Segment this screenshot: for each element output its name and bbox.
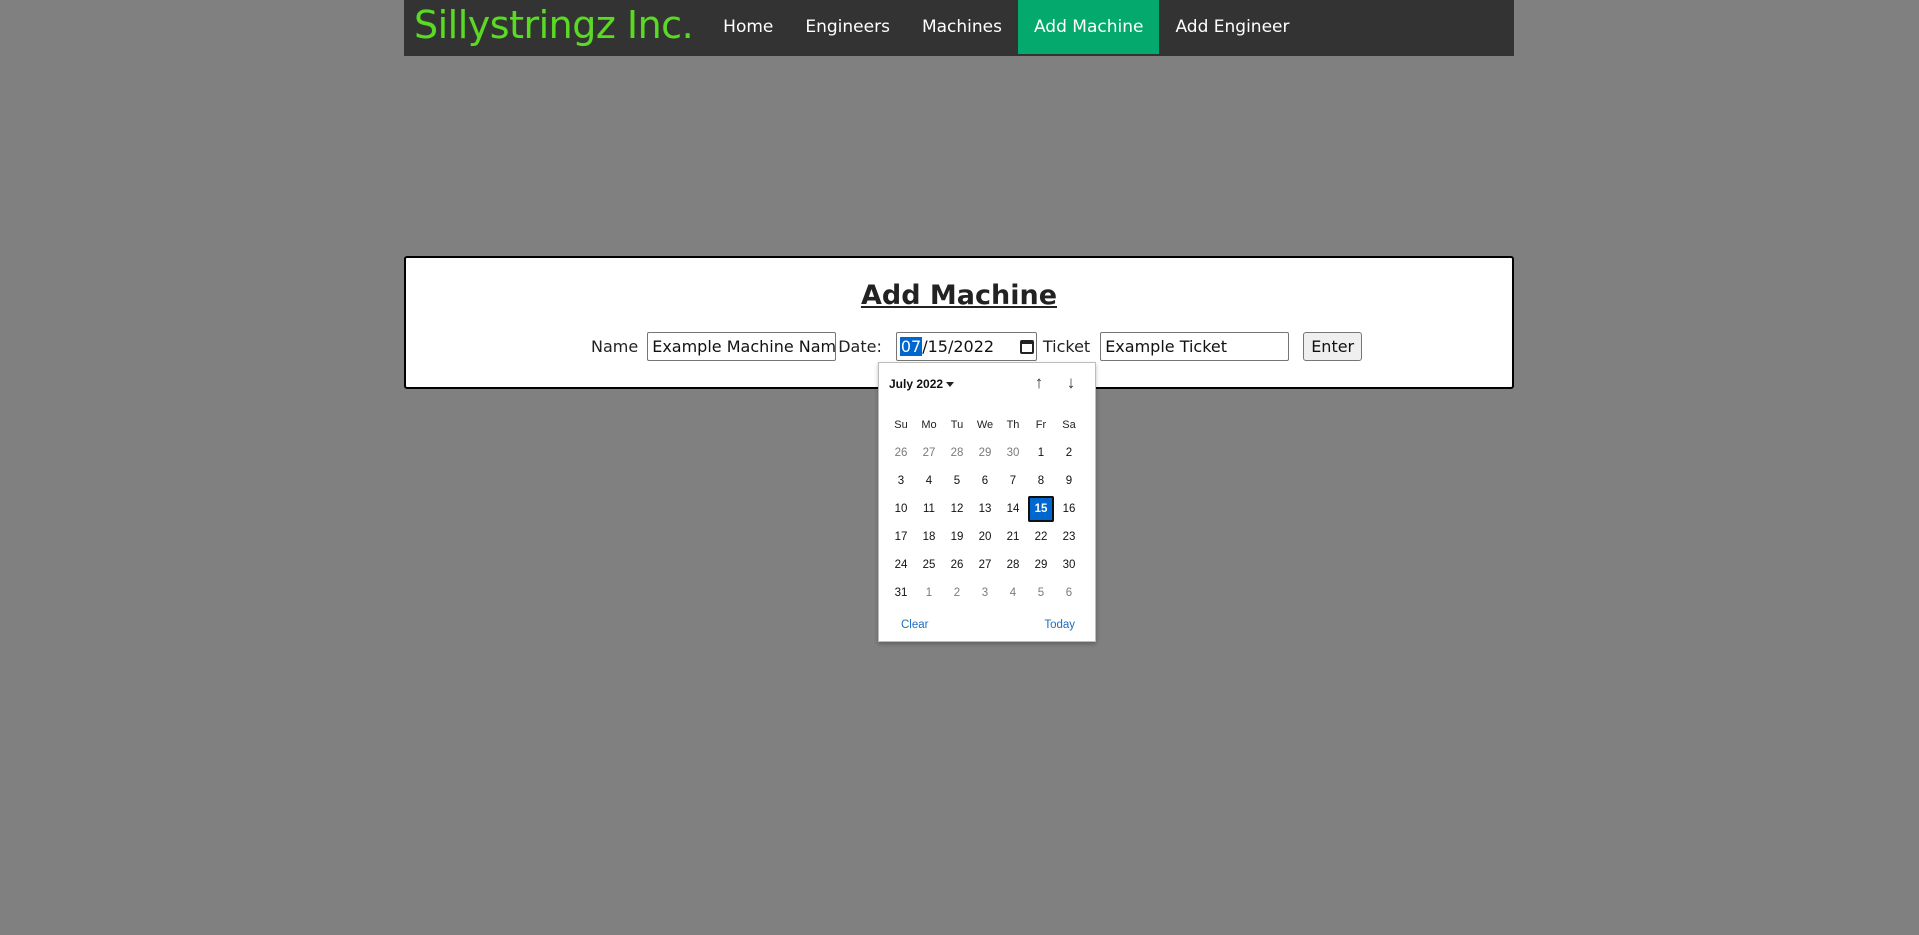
calendar-day[interactable]: 17	[887, 523, 915, 551]
date-label: Date:	[838, 337, 882, 356]
calendar-day[interactable]: 1	[915, 579, 943, 607]
weekday-header: Mo	[921, 419, 937, 431]
weekday-header: Fr	[1035, 419, 1047, 431]
calendar-icon[interactable]	[1019, 339, 1034, 354]
calendar-day[interactable]: 18	[915, 523, 943, 551]
calendar-day[interactable]: 25	[915, 551, 943, 579]
calendar-day[interactable]: 9	[1055, 467, 1083, 495]
month-year-label: July 2022	[889, 377, 944, 391]
calendar-day[interactable]: 31	[887, 579, 915, 607]
calendar-day[interactable]: 11	[915, 495, 943, 523]
page-title: Add Machine	[860, 280, 1058, 311]
calendar-day[interactable]: 22	[1027, 523, 1055, 551]
ticket-label: Ticket	[1042, 337, 1091, 356]
calendar-day[interactable]: 20	[971, 523, 999, 551]
calendar-grid: Su Mo Tu We Th Fr Sa 26 27 28 29 30 1 2 3 4 5 6 7 8 9 10 11 12 1…	[887, 411, 1083, 607]
calendar-day[interactable]: 16	[1055, 495, 1083, 523]
calendar-day[interactable]: 3	[971, 579, 999, 607]
weekday-header: Tu	[950, 419, 964, 431]
calendar-day[interactable]: 27	[915, 439, 943, 467]
calendar-day[interactable]: 13	[971, 495, 999, 523]
calendar-day[interactable]: 24	[887, 551, 915, 579]
calendar-day[interactable]: 21	[999, 523, 1027, 551]
calendar-day[interactable]: 29	[1027, 551, 1055, 579]
calendar-day[interactable]: 2	[943, 579, 971, 607]
calendar-day[interactable]: 5	[1027, 579, 1055, 607]
caret-down-icon	[946, 381, 955, 387]
calendar-day[interactable]: 29	[971, 439, 999, 467]
calendar-day[interactable]: 8	[1027, 467, 1055, 495]
calendar-day[interactable]: 2	[1055, 439, 1083, 467]
calendar-day[interactable]: 26	[887, 439, 915, 467]
calendar-day[interactable]: 4	[999, 579, 1027, 607]
calendar-day[interactable]: 6	[1055, 579, 1083, 607]
calendar-day[interactable]: 28	[999, 551, 1027, 579]
calendar-day[interactable]: 26	[943, 551, 971, 579]
date-month-segment[interactable]: 07	[899, 337, 923, 356]
weekday-header: Su	[894, 419, 908, 431]
calendar-day-selected[interactable]: 15	[1028, 496, 1054, 522]
brand-logo[interactable]: Sillystringz Inc.	[404, 0, 707, 56]
navbar: Sillystringz Inc. Home Engineers Machine…	[404, 0, 1514, 56]
calendar-day[interactable]: 30	[1055, 551, 1083, 579]
calendar-day[interactable]: 23	[1055, 523, 1083, 551]
calendar-day[interactable]: 14	[999, 495, 1027, 523]
month-year-selector[interactable]: July 2022	[889, 377, 955, 391]
clear-button[interactable]: Clear	[901, 619, 928, 631]
nav-link-machines[interactable]: Machines	[906, 0, 1018, 54]
ticket-input[interactable]: Example Ticket	[1100, 332, 1290, 361]
next-month-arrow-icon[interactable]: ↓	[1061, 373, 1081, 393]
nav-link-engineers[interactable]: Engineers	[789, 0, 906, 54]
date-picker-popup: July 2022 ↑ ↓ Su Mo Tu We Th Fr Sa 26 27 28 29 30 1 2…	[878, 362, 1096, 642]
calendar-day[interactable]: 10	[887, 495, 915, 523]
calendar-day[interactable]: 19	[943, 523, 971, 551]
calendar-day[interactable]: 30	[999, 439, 1027, 467]
name-label: Name	[591, 337, 639, 356]
nav-link-add-machine[interactable]: Add Machine	[1017, 0, 1160, 54]
nav-link-home[interactable]: Home	[707, 0, 789, 54]
date-input[interactable]: 07/15/2022	[895, 332, 1037, 361]
today-button[interactable]: Today	[1044, 619, 1075, 631]
calendar-day[interactable]: 1	[1027, 439, 1055, 467]
enter-button[interactable]: Enter	[1303, 332, 1363, 361]
calendar-day[interactable]: 3	[887, 467, 915, 495]
weekday-header: Sa	[1062, 419, 1076, 431]
date-rest-segment[interactable]: /15/2022	[922, 337, 994, 356]
weekday-header: We	[976, 419, 994, 431]
date-picker-footer: Clear Today	[879, 619, 1095, 631]
calendar-day[interactable]: 4	[915, 467, 943, 495]
calendar-day[interactable]: 7	[999, 467, 1027, 495]
calendar-day[interactable]: 5	[943, 467, 971, 495]
calendar-day[interactable]: 12	[943, 495, 971, 523]
name-input[interactable]: Example Machine Name	[647, 332, 837, 361]
previous-month-arrow-icon[interactable]: ↑	[1029, 373, 1049, 393]
calendar-day[interactable]: 6	[971, 467, 999, 495]
calendar-day[interactable]: 27	[971, 551, 999, 579]
weekday-header: Th	[1006, 419, 1020, 431]
nav-link-add-engineer[interactable]: Add Engineer	[1159, 0, 1305, 54]
date-value: 07/15/2022	[899, 337, 994, 356]
calendar-day[interactable]: 28	[943, 439, 971, 467]
add-machine-form: Name Example Machine Name Date: 07/15/20…	[586, 332, 1363, 361]
